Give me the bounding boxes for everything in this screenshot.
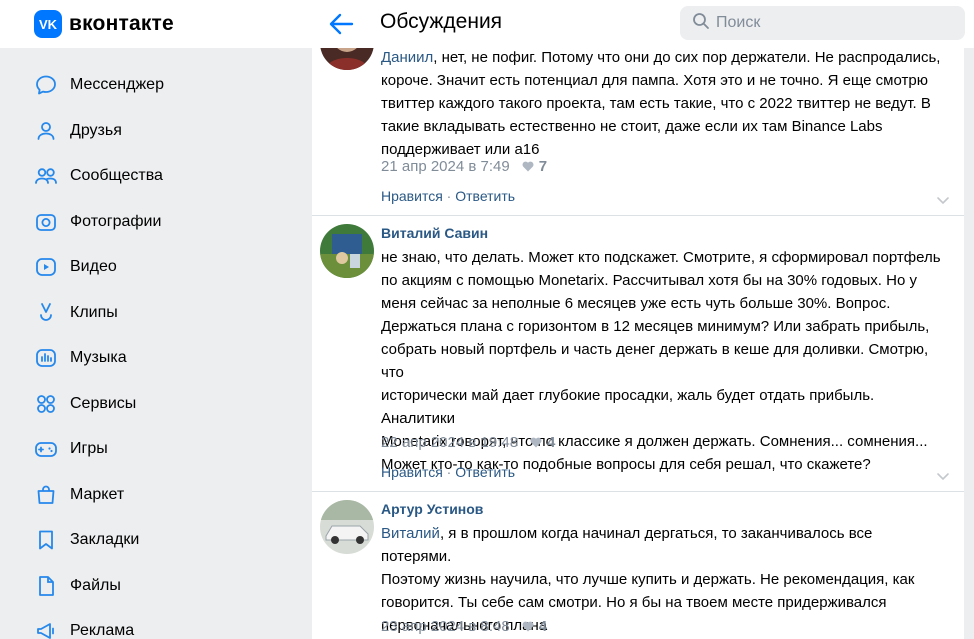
sidebar-item-label: Маркет	[70, 486, 125, 503]
reply-link[interactable]: Ответить	[455, 464, 515, 480]
sidebar-item-label: Клипы	[70, 304, 118, 321]
comment-line: не знаю, что делать. Может кто подскажет…	[381, 249, 941, 266]
comment-author[interactable]: Артур Устинов	[381, 501, 483, 517]
sidebar-item-label: Друзья	[70, 122, 122, 139]
avatar[interactable]	[320, 48, 374, 70]
sidebar-item-label: Файлы	[70, 577, 121, 594]
divider	[312, 215, 964, 216]
sidebar-item-label: Мессенджер	[70, 76, 164, 93]
comment-author[interactable]: Виталий Савин	[381, 225, 488, 241]
sidebar-item-messenger[interactable]: Мессенджер	[22, 65, 292, 105]
reply-link[interactable]: Ответить	[455, 188, 515, 204]
sidebar-item-clips[interactable]: Клипы	[22, 293, 292, 333]
music-icon	[34, 346, 58, 370]
heart-icon	[522, 621, 534, 632]
search-icon	[692, 12, 710, 35]
sidebar-item-music[interactable]: Музыка	[22, 338, 292, 378]
sidebar-item-label: Игры	[70, 440, 108, 457]
chevron-down-icon[interactable]	[936, 193, 950, 205]
bag-icon	[34, 483, 58, 507]
comment-line: Даниил, нет, не пофиг. Потому что они до…	[381, 49, 941, 66]
left-sidebar: Мессенджер Друзья Сообщества Фотографии …	[0, 48, 300, 639]
divider	[312, 491, 964, 492]
vk-logo-icon: VK	[34, 10, 62, 38]
comment-date[interactable]: 23 апр 2024 в 8:48	[381, 618, 510, 635]
vk-logo[interactable]: VK вконтакте	[34, 10, 174, 38]
sidebar-item-video[interactable]: Видео	[22, 247, 292, 287]
chevron-down-icon[interactable]	[936, 469, 950, 481]
comment-line: такие вкладывать естественно не стоит, д…	[381, 118, 883, 135]
comment-line: меня сейчас за неполные 6 месяцев уже ес…	[381, 295, 891, 312]
comment-line: короче. Значит есть потенциал для пампа.…	[381, 72, 928, 89]
sidebar-item-bookmarks[interactable]: Закладки	[22, 520, 292, 560]
sidebar-item-files[interactable]: Файлы	[22, 566, 292, 606]
mention-link[interactable]: Виталий	[381, 525, 440, 542]
sidebar-item-photos[interactable]: Фотографии	[22, 202, 292, 242]
comment-line: Виталий, я в прошлом когда начинал дерга…	[381, 525, 873, 565]
comment-meta: 21 апр 2024 в 7:49 7	[381, 158, 547, 175]
comment-line: по акциям с помощью Monetarix. Рассчитыв…	[381, 272, 917, 289]
video-icon	[34, 255, 58, 279]
search-input[interactable]	[716, 14, 936, 32]
sidebar-item-label: Сообщества	[70, 167, 163, 184]
like-link[interactable]: Нравится	[381, 464, 443, 480]
heart-icon	[530, 437, 542, 448]
sidebar-item-label: Фотографии	[70, 213, 162, 230]
sidebar-item-services[interactable]: Сервисы	[22, 384, 292, 424]
sidebar-item-label: Видео	[70, 258, 117, 275]
comment-actions: Нравится · Ответить	[381, 188, 516, 204]
top-bar: VK вконтакте Обсуждения	[0, 0, 974, 48]
users-icon	[34, 164, 58, 188]
sidebar-item-friends[interactable]: Друзья	[22, 111, 292, 151]
comment-actions: Нравится · Ответить	[381, 464, 516, 480]
grid-icon	[34, 392, 58, 416]
clips-icon	[34, 301, 58, 325]
camera-icon	[34, 210, 58, 234]
comment-meta: 23 апр 2024 в 8:48 4	[381, 618, 547, 635]
sidebar-item-label: Реклама	[70, 622, 135, 639]
comment-date[interactable]: 22 апр 2024 в 19:48	[381, 434, 518, 451]
comment-line: Поэтому жизнь научила, что лучше купить …	[381, 571, 915, 588]
sidebar-item-ads[interactable]: Реклама	[22, 611, 292, 639]
user-icon	[34, 119, 58, 143]
like-counter[interactable]: 4	[522, 618, 547, 635]
like-counter[interactable]: 7	[522, 158, 547, 175]
logo-text: вконтакте	[69, 12, 174, 35]
page-title: Обсуждения	[380, 10, 503, 33]
comment-line: собрать новый портфель и часть денег дер…	[381, 341, 929, 381]
bookmark-icon	[34, 528, 58, 552]
sidebar-item-label: Закладки	[70, 531, 140, 548]
megaphone-icon	[34, 619, 58, 639]
comment-line: Держаться плана с горизонтом в 12 месяце…	[381, 318, 930, 335]
discussion-thread: Даниил, нет, не пофиг. Потому что они до…	[312, 48, 964, 639]
comment-line: твиттер каждого такого проекта, там есть…	[381, 95, 931, 112]
sidebar-item-communities[interactable]: Сообщества	[22, 156, 292, 196]
message-icon	[34, 73, 58, 97]
sidebar-item-label: Музыка	[70, 349, 127, 366]
avatar[interactable]	[320, 224, 374, 278]
comment-line: исторически май дает глубокие просадки, …	[381, 387, 875, 427]
mention-link[interactable]: Даниил	[381, 49, 433, 66]
like-counter[interactable]: 4	[530, 434, 555, 451]
like-link[interactable]: Нравится	[381, 188, 443, 204]
back-arrow-icon[interactable]	[326, 10, 356, 38]
heart-icon	[522, 161, 534, 172]
comment-date[interactable]: 21 апр 2024 в 7:49	[381, 158, 510, 175]
comment-meta: 22 апр 2024 в 19:48 4	[381, 434, 555, 451]
sidebar-item-games[interactable]: Игры	[22, 429, 292, 469]
comment-line: говорится. Ты себе сам смотри. Но я бы н…	[381, 594, 887, 611]
file-icon	[34, 574, 58, 598]
sidebar-item-market[interactable]: Маркет	[22, 475, 292, 515]
search-box[interactable]	[680, 6, 965, 40]
avatar[interactable]	[320, 500, 374, 554]
gamepad-icon	[34, 437, 58, 461]
comment-text: Даниил, нет, не пофиг. Потому что они до…	[381, 48, 941, 161]
sidebar-item-label: Сервисы	[70, 395, 137, 412]
